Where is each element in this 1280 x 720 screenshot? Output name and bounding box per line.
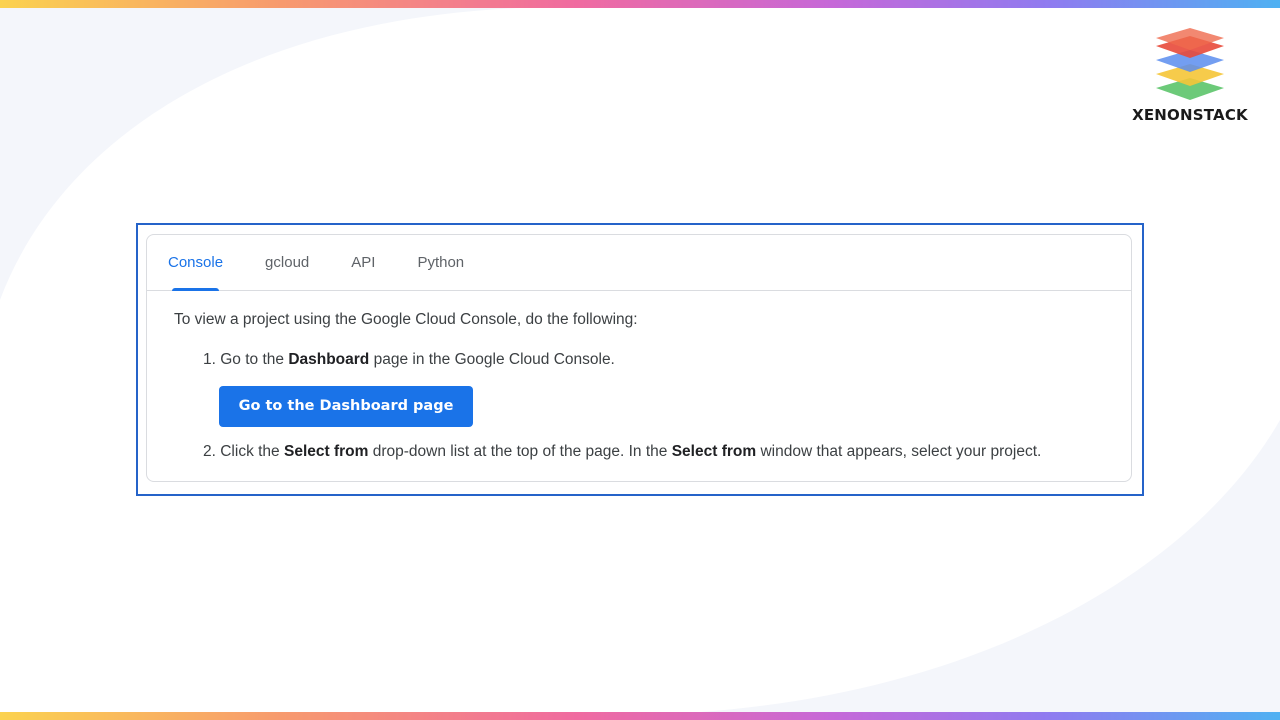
step-2-middle: drop-down list at the top of the page. I…	[368, 443, 672, 460]
top-gradient-bar	[0, 0, 1280, 8]
layered-stack-logo-icon	[1156, 28, 1224, 100]
bottom-gradient-bar	[0, 712, 1280, 720]
step-1-bold: Dashboard	[288, 351, 370, 368]
tab-console-label: Console	[168, 254, 224, 271]
step-1-prefix: 1. Go to the	[203, 351, 289, 368]
tab-bar: Console gcloud API Python	[147, 235, 1131, 291]
console-instructions-card: Console gcloud API Python To view a proj…	[146, 234, 1132, 482]
step-2-bold-2: Select from	[671, 443, 757, 460]
go-to-dashboard-button[interactable]: Go to the Dashboard page	[219, 386, 473, 427]
step-2-prefix: 2. Click the	[203, 443, 284, 460]
highlight-frame: Console gcloud API Python To view a proj…	[136, 223, 1144, 496]
step-2-suffix: window that appears, select your project…	[756, 443, 1042, 460]
tab-api[interactable]: API	[351, 235, 375, 290]
active-tab-indicator	[172, 288, 220, 291]
step-2: 2. Click the Select from drop-down list …	[174, 442, 1131, 462]
tab-gcloud[interactable]: gcloud	[265, 235, 309, 290]
brand-logo: XENONSTACK	[1126, 24, 1254, 128]
tab-python-label: Python	[417, 254, 465, 271]
step-1: 1. Go to the Dashboard page in the Googl…	[174, 350, 1131, 370]
tab-gcloud-label: gcloud	[265, 254, 310, 271]
brand-name: XENONSTACK	[1132, 106, 1248, 124]
step-2-bold-1: Select from	[283, 443, 369, 460]
intro-text: To view a project using the Google Cloud…	[174, 311, 638, 328]
step-1-suffix: page in the Google Cloud Console.	[369, 351, 615, 368]
tab-content: To view a project using the Google Cloud…	[147, 291, 1131, 462]
tab-python[interactable]: Python	[417, 235, 464, 290]
tab-api-label: API	[351, 254, 376, 271]
tab-console[interactable]: Console	[168, 235, 224, 291]
